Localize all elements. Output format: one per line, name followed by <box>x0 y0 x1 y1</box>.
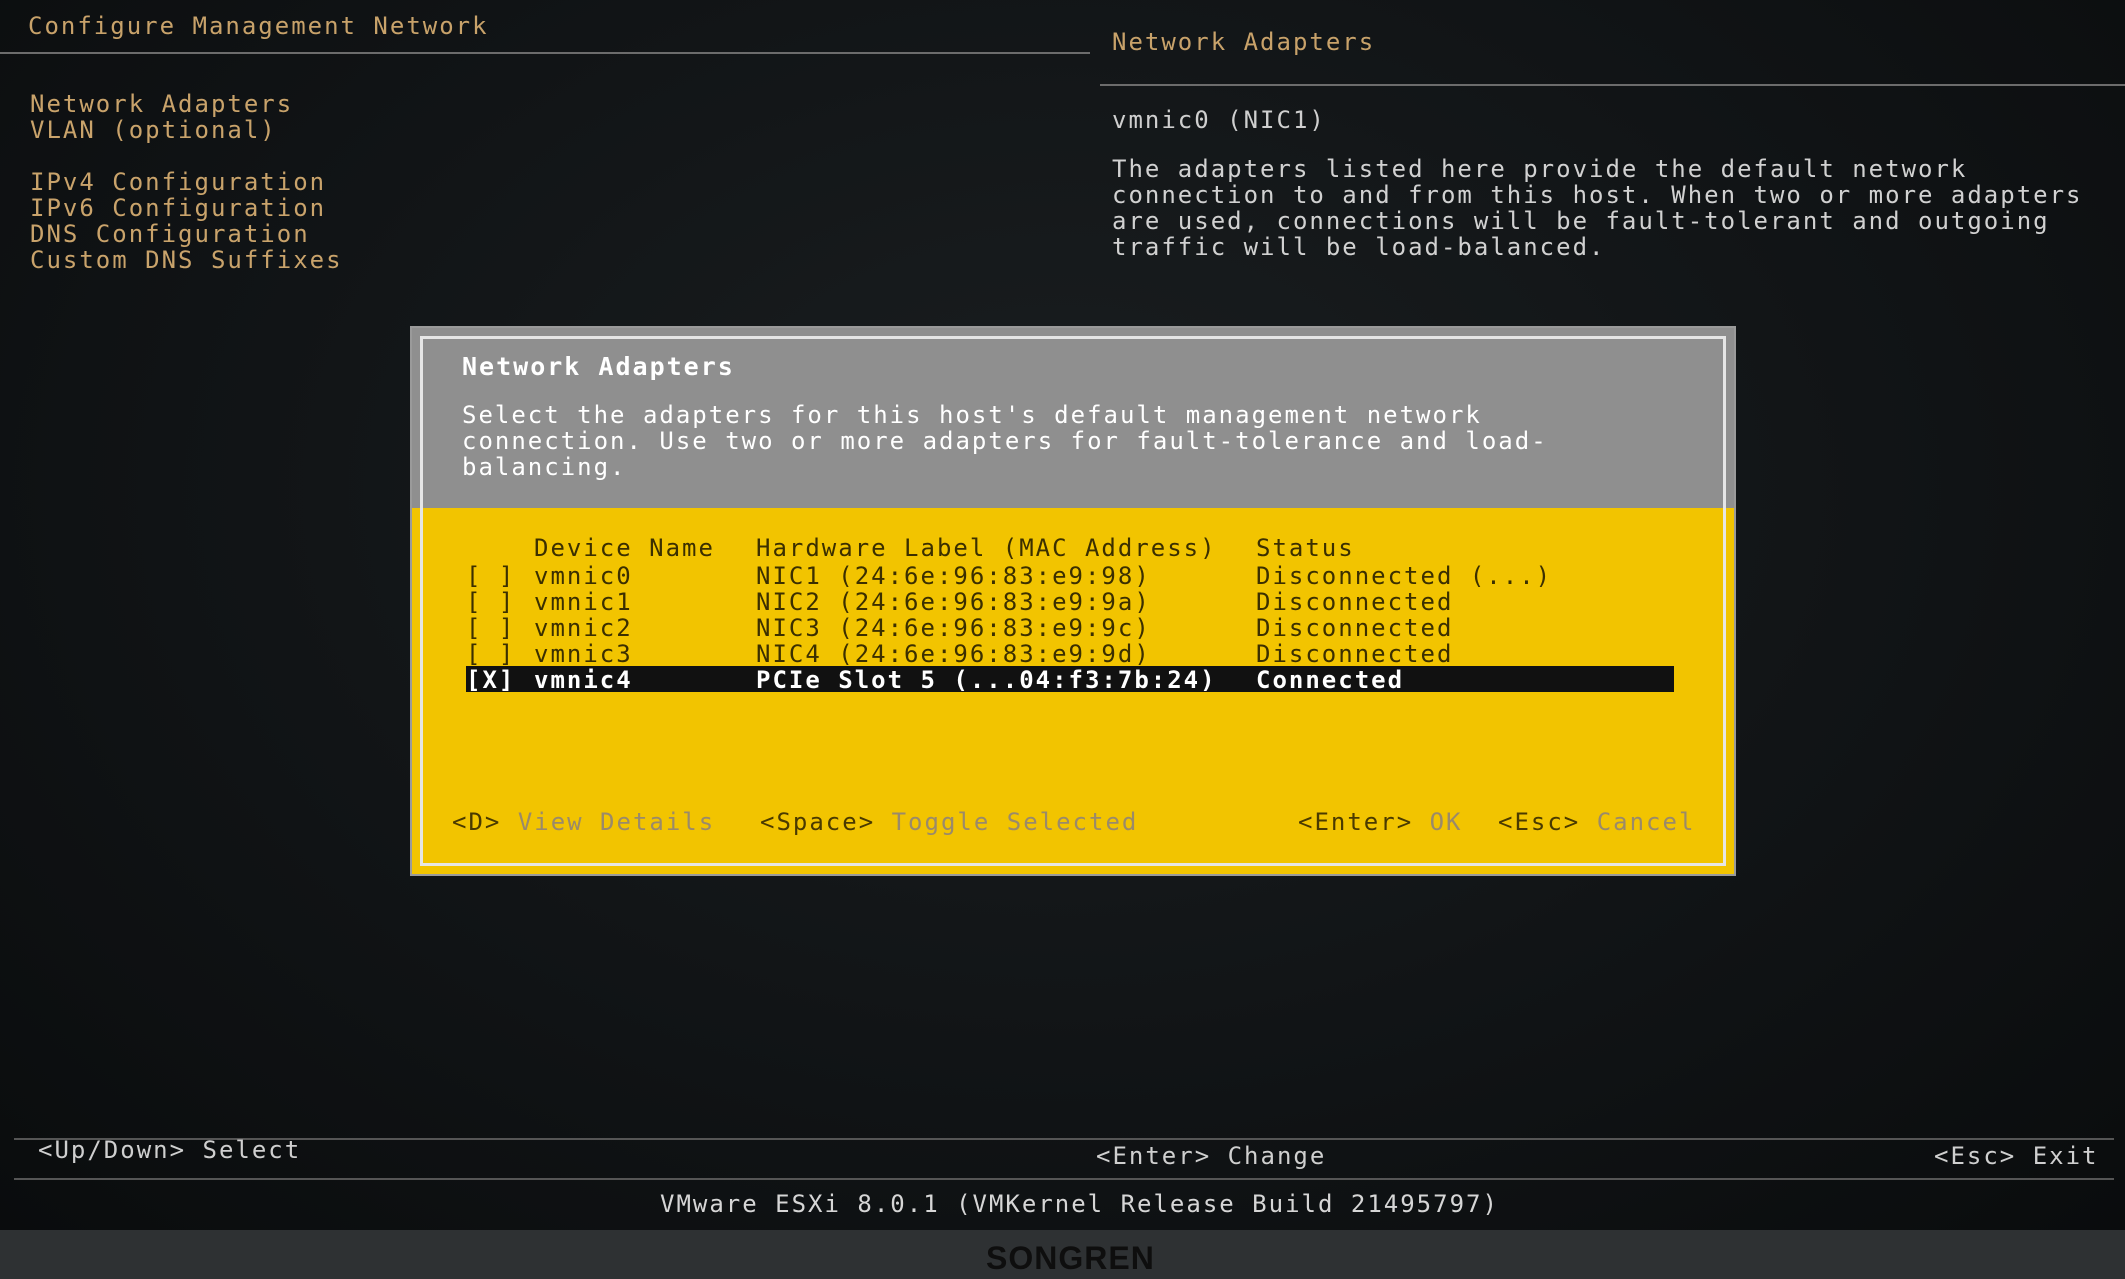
adapter-status: Disconnected <box>1256 588 1454 616</box>
adapter-status: Connected <box>1256 666 1405 694</box>
adapter-hardware-label: PCIe Slot 5 (...04:f3:7b:24) <box>756 666 1217 694</box>
column-header-status: Status <box>1256 534 1355 562</box>
change-hint: <Enter> Change <box>1096 1142 1327 1170</box>
header-divider-left <box>0 52 1090 54</box>
adapter-device-name: vmnic2 <box>534 614 633 642</box>
toggle-key: <Space> <box>760 808 876 836</box>
view-details-key: <D> <box>452 808 502 836</box>
dialog-description: Select the adapters for this host's defa… <box>462 401 1548 481</box>
info-subtitle: vmnic0 (NIC1) <box>1112 106 1326 134</box>
ok-key: <Enter> <box>1298 808 1414 836</box>
adapter-hardware-label: NIC2 (24:6e:96:83:e9:9a) <box>756 588 1151 616</box>
view-details-action[interactable]: <D> View Details <box>452 808 715 836</box>
adapter-row-vmnic0[interactable]: [ ] vmnic0 NIC1 (24:6e:96:83:e9:98) Disc… <box>466 562 1674 590</box>
adapter-checkbox[interactable]: [ ] <box>466 588 515 616</box>
adapter-device-name: vmnic3 <box>534 640 633 668</box>
select-hint: <Up/Down> Select <box>38 1136 302 1164</box>
adapter-hardware-label: NIC3 (24:6e:96:83:e9:9c) <box>756 614 1151 642</box>
adapter-row-vmnic2[interactable]: [ ] vmnic2 NIC3 (24:6e:96:83:e9:9c) Disc… <box>466 614 1674 642</box>
info-description: The adapters listed here provide the def… <box>1112 155 2083 261</box>
adapter-checkbox[interactable]: [ ] <box>466 640 515 668</box>
ok-button[interactable]: <Enter> OK <box>1298 808 1463 836</box>
adapter-row-vmnic4[interactable]: [X] vmnic4 PCIe Slot 5 (...04:f3:7b:24) … <box>466 666 1674 694</box>
version-string: VMware ESXi 8.0.1 (VMKernel Release Buil… <box>660 1190 1499 1218</box>
cancel-label: Cancel <box>1596 808 1696 836</box>
page-title: Configure Management Network <box>28 12 489 40</box>
panel-title: Network Adapters <box>1112 28 1376 56</box>
view-details-label: View Details <box>517 808 716 836</box>
toggle-label: Toggle Selected <box>891 808 1139 836</box>
cancel-key: <Esc> <box>1498 808 1581 836</box>
adapter-device-name: vmnic1 <box>534 588 633 616</box>
adapter-hardware-label: NIC1 (24:6e:96:83:e9:98) <box>756 562 1151 590</box>
toggle-selected-action[interactable]: <Space> Toggle Selected <box>760 808 1138 836</box>
dialog-title: Network Adapters <box>462 352 735 381</box>
adapter-status: Disconnected <box>1256 614 1454 642</box>
adapter-device-name: vmnic4 <box>534 666 633 694</box>
exit-hint: <Esc> Exit <box>1934 1142 2099 1170</box>
adapter-row-vmnic3[interactable]: [ ] vmnic3 NIC4 (24:6e:96:83:e9:9d) Disc… <box>466 640 1674 668</box>
adapter-status: Disconnected (...) <box>1256 562 1553 590</box>
ok-label: OK <box>1429 808 1463 836</box>
menu-item-dns-suffixes[interactable]: Custom DNS Suffixes <box>30 246 343 274</box>
column-header-device: Device Name <box>534 534 715 562</box>
menu-item-vlan[interactable]: VLAN (optional) <box>30 116 277 144</box>
header-divider-right <box>1100 84 2125 86</box>
adapter-checkbox[interactable]: [ ] <box>466 614 515 642</box>
dcui-screen: Configure Management Network Network Ada… <box>0 0 2125 1230</box>
adapter-row-vmnic1[interactable]: [ ] vmnic1 NIC2 (24:6e:96:83:e9:9a) Disc… <box>466 588 1674 616</box>
column-header-hardware: Hardware Label (MAC Address) <box>756 534 1217 562</box>
footer-divider-bottom <box>14 1178 2114 1180</box>
brand-logo: SONGREN <box>986 1240 1155 1276</box>
menu-item-network-adapters[interactable]: Network Adapters <box>30 90 293 118</box>
menu-item-ipv6[interactable]: IPv6 Configuration <box>30 194 326 222</box>
network-adapters-dialog: Network Adapters Select the adapters for… <box>412 328 1734 874</box>
footer-divider-top <box>14 1138 2114 1140</box>
adapter-checkbox[interactable]: [ ] <box>466 562 515 590</box>
adapter-checkbox[interactable]: [X] <box>466 666 515 694</box>
menu-item-dns[interactable]: DNS Configuration <box>30 220 310 248</box>
adapter-device-name: vmnic0 <box>534 562 633 590</box>
adapter-hardware-label: NIC4 (24:6e:96:83:e9:9d) <box>756 640 1151 668</box>
cancel-button[interactable]: <Esc> Cancel <box>1498 808 1695 836</box>
menu-item-ipv4[interactable]: IPv4 Configuration <box>30 168 326 196</box>
adapter-status: Disconnected <box>1256 640 1454 668</box>
